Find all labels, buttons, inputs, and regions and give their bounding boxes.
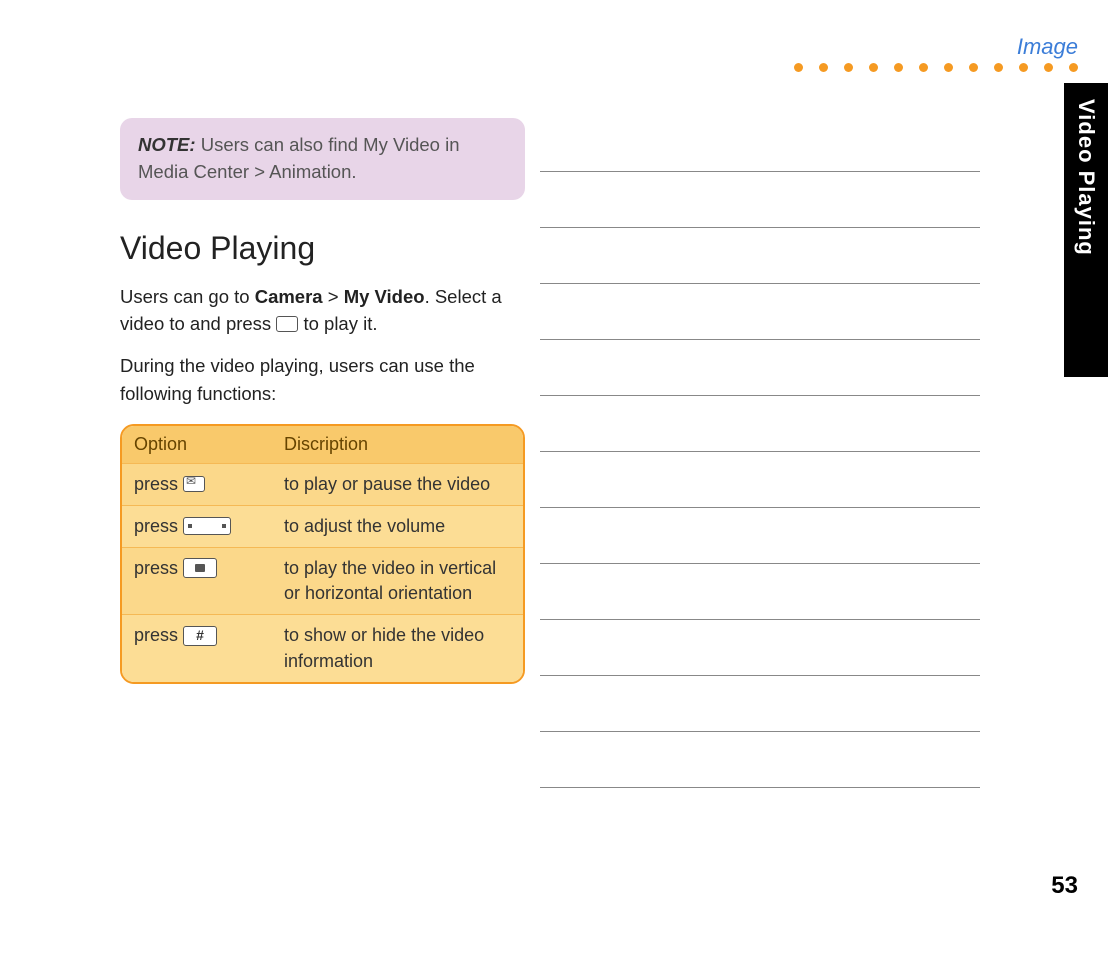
- volume-key-icon: [183, 517, 231, 535]
- hash-key-icon: #: [183, 626, 217, 646]
- ruled-line: [540, 228, 980, 284]
- ruled-line: [540, 396, 980, 452]
- note-label: NOTE:: [138, 134, 196, 155]
- table-row: press to adjust the volume: [122, 505, 523, 547]
- options-table: Option Discription press to play or paus…: [120, 424, 525, 684]
- option-prefix: press: [134, 558, 183, 578]
- header-dot: [1069, 63, 1078, 72]
- header-dot: [869, 63, 878, 72]
- ruled-line: [540, 340, 980, 396]
- header-dot: [944, 63, 953, 72]
- side-tab: Video Playing: [1064, 83, 1108, 377]
- header-dot: [794, 63, 803, 72]
- intro-gt: >: [323, 286, 344, 307]
- table-header-description: Discription: [272, 426, 523, 464]
- table-cell-option: press: [122, 463, 272, 505]
- table-cell-option: press #: [122, 615, 272, 682]
- table-row: press to play the video in vertical or h…: [122, 548, 523, 615]
- header-dot: [894, 63, 903, 72]
- button-key-icon: [276, 316, 298, 332]
- intro-bold-camera: Camera: [255, 286, 323, 307]
- intro-paragraph: Users can go to Camera > My Video. Selec…: [120, 283, 525, 339]
- second-paragraph: During the video playing, users can use …: [120, 352, 525, 408]
- table-header-option: Option: [122, 426, 272, 464]
- header-dots-row: [794, 63, 1078, 72]
- envelope-key-icon: [183, 476, 205, 492]
- table-body: press to play or pause the videopress to…: [122, 463, 523, 682]
- main-content: NOTE: Users can also find My Video in Me…: [120, 118, 525, 684]
- ruled-line: [540, 116, 980, 172]
- option-prefix: press: [134, 516, 183, 536]
- table-cell-option: press: [122, 505, 272, 547]
- option-prefix: press: [134, 625, 183, 645]
- header-dot: [1044, 63, 1053, 72]
- header-dot: [969, 63, 978, 72]
- header-dot: [1019, 63, 1028, 72]
- ruled-line: [540, 732, 980, 788]
- page-number: 53: [1051, 872, 1078, 900]
- intro-prefix: Users can go to: [120, 286, 255, 307]
- table-cell-description: to play or pause the video: [272, 463, 523, 505]
- note-box: NOTE: Users can also find My Video in Me…: [120, 118, 525, 200]
- side-tab-text: Video Playing: [1073, 99, 1099, 256]
- ruled-line: [540, 508, 980, 564]
- page-root: Image Video Playing 53 NOTE: Users can a…: [0, 0, 1108, 954]
- ruled-line: [540, 172, 980, 228]
- ruled-line: [540, 452, 980, 508]
- ruled-line: [540, 676, 980, 732]
- header-dot: [994, 63, 1003, 72]
- ruled-line: [540, 620, 980, 676]
- table-cell-description: to show or hide the video information: [272, 615, 523, 682]
- camera-key-icon: [183, 558, 217, 578]
- table-row: press #to show or hide the video informa…: [122, 615, 523, 682]
- right-ruled-column: [540, 116, 980, 788]
- ruled-line: [540, 284, 980, 340]
- table-cell-option: press: [122, 548, 272, 615]
- option-prefix: press: [134, 474, 183, 494]
- header-dot: [919, 63, 928, 72]
- intro-bold-myvideo: My Video: [344, 286, 425, 307]
- header-dot: [819, 63, 828, 72]
- intro-suffix: to play it.: [298, 313, 377, 334]
- section-title: Video Playing: [120, 230, 525, 267]
- header-category-label: Image: [1017, 34, 1078, 60]
- header-dot: [844, 63, 853, 72]
- table-cell-description: to adjust the volume: [272, 505, 523, 547]
- table-row: press to play or pause the video: [122, 463, 523, 505]
- table-cell-description: to play the video in vertical or horizon…: [272, 548, 523, 615]
- ruled-line: [540, 564, 980, 620]
